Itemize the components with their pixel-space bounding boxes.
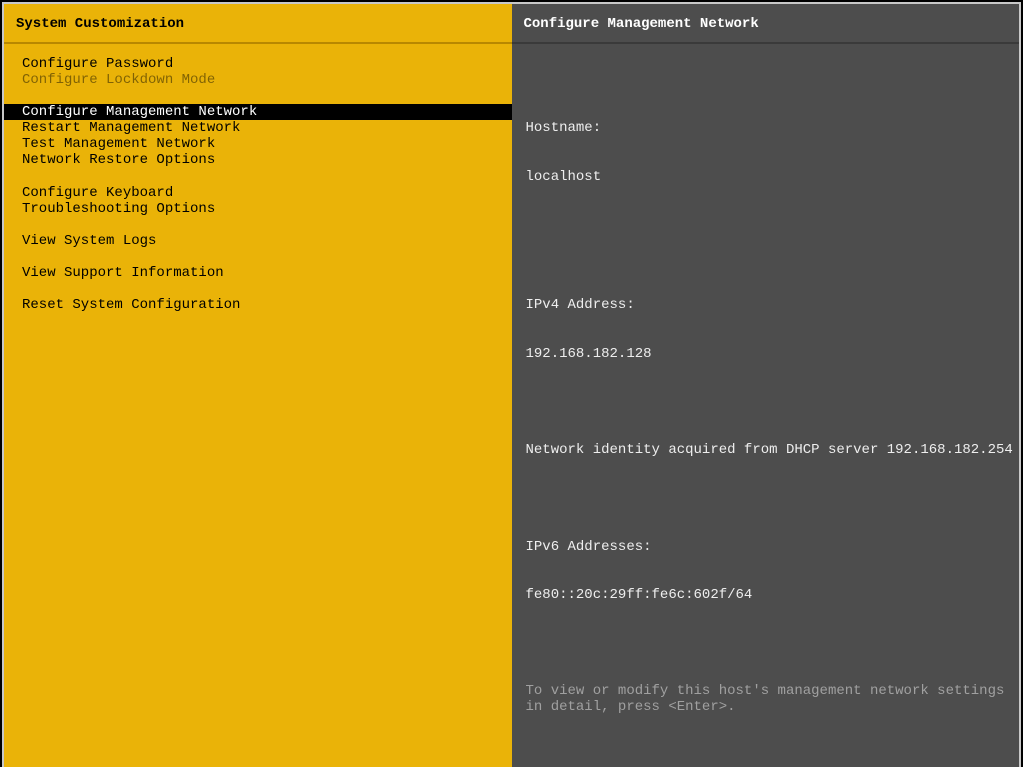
menu-item-configure-password[interactable]: Configure Password xyxy=(18,56,498,72)
left-pane: System Customization Configure PasswordC… xyxy=(4,4,512,767)
right-pane-title: Configure Management Network xyxy=(512,4,1020,44)
hostname-label: Hostname: xyxy=(526,120,1006,136)
menu-item-network-restore-options[interactable]: Network Restore Options xyxy=(18,152,498,168)
hostname-value: localhost xyxy=(526,169,1006,185)
menu-body: Configure PasswordConfigure Lockdown Mod… xyxy=(4,44,512,767)
menu-group: Configure Management NetworkRestart Mana… xyxy=(18,104,498,168)
menu-group: View Support Information xyxy=(18,265,498,281)
dhcp-line: Network identity acquired from DHCP serv… xyxy=(526,442,1006,458)
main-area: System Customization Configure PasswordC… xyxy=(2,2,1021,767)
ipv4-value: 192.168.182.128 xyxy=(526,346,1006,362)
ipv6-value: fe80::20c:29ff:fe6c:602f/64 xyxy=(526,587,1006,603)
hostname-block: Hostname: localhost xyxy=(526,88,1006,217)
menu-item-restart-management-network[interactable]: Restart Management Network xyxy=(18,120,498,136)
menu-item-configure-lockdown-mode: Configure Lockdown Mode xyxy=(18,72,498,88)
menu-item-test-management-network[interactable]: Test Management Network xyxy=(18,136,498,152)
menu-item-view-support-information[interactable]: View Support Information xyxy=(18,265,498,281)
menu-item-configure-keyboard[interactable]: Configure Keyboard xyxy=(18,185,498,201)
ipv6-block: IPv6 Addresses: fe80::20c:29ff:fe6c:602f… xyxy=(526,506,1006,635)
menu-item-troubleshooting-options[interactable]: Troubleshooting Options xyxy=(18,201,498,217)
menu-item-configure-management-network[interactable]: Configure Management Network xyxy=(4,104,512,120)
ipv6-label: IPv6 Addresses: xyxy=(526,539,1006,555)
right-footer: <Enter>More <Esc>Log Out xyxy=(512,760,1020,767)
menu-group: Configure PasswordConfigure Lockdown Mod… xyxy=(18,56,498,88)
left-pane-title: System Customization xyxy=(4,4,512,44)
ipv4-block: IPv4 Address: 192.168.182.128 xyxy=(526,265,1006,394)
detail-body: Hostname: localhost IPv4 Address: 192.16… xyxy=(512,44,1020,760)
menu-group: Configure KeyboardTroubleshooting Option… xyxy=(18,185,498,217)
menu-group: Reset System Configuration xyxy=(18,297,498,313)
menu-item-view-system-logs[interactable]: View System Logs xyxy=(18,233,498,249)
ipv4-label: IPv4 Address: xyxy=(526,297,1006,313)
right-pane: Configure Management Network Hostname: l… xyxy=(512,4,1020,767)
detail-hint: To view or modify this host's management… xyxy=(526,683,1006,715)
menu-group: View System Logs xyxy=(18,233,498,249)
menu-item-reset-system-configuration[interactable]: Reset System Configuration xyxy=(18,297,498,313)
dcui-screen: System Customization Configure PasswordC… xyxy=(0,0,1023,767)
